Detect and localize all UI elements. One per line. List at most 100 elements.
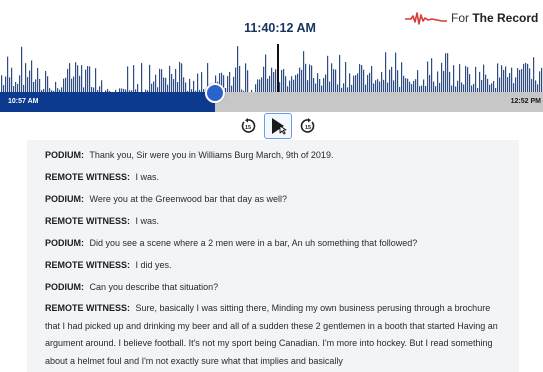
waveform-bar bbox=[183, 77, 185, 92]
waveform-bar bbox=[303, 51, 305, 92]
waveform-bar bbox=[509, 72, 511, 92]
waveform-bar bbox=[377, 79, 379, 92]
transcript-panel[interactable]: PODIUM: Thank you, Sir were you in Willi… bbox=[27, 140, 519, 372]
waveform-bar bbox=[269, 75, 271, 92]
waveform-bar bbox=[331, 63, 333, 92]
waveform-bar bbox=[521, 68, 523, 92]
waveform-bar bbox=[329, 81, 331, 92]
waveform-bar bbox=[293, 79, 295, 92]
waveform-bar bbox=[537, 84, 539, 92]
end-time: 12:52 PM bbox=[510, 98, 541, 105]
waveform-bar bbox=[385, 52, 387, 92]
speaker-label: PODIUM: bbox=[45, 194, 84, 204]
waveform-bar bbox=[461, 82, 463, 92]
waveform-bar bbox=[271, 67, 273, 92]
waveform-bar bbox=[511, 67, 513, 92]
transcript-line[interactable]: PODIUM: Can you describe that situation? bbox=[45, 281, 519, 294]
waveform-bar bbox=[273, 72, 275, 92]
waveform-bar bbox=[137, 83, 139, 92]
waveform-bar bbox=[359, 64, 361, 92]
waveform-bar bbox=[483, 64, 485, 92]
waveform-bar bbox=[443, 70, 445, 92]
waveform-bar bbox=[409, 81, 411, 92]
waveform-bar bbox=[257, 79, 259, 92]
waveform-bar bbox=[323, 78, 325, 92]
waveform-bar bbox=[17, 83, 19, 92]
waveform-bar bbox=[365, 84, 367, 92]
play-button[interactable] bbox=[264, 113, 292, 139]
playhead-marker bbox=[277, 44, 279, 94]
audio-waveform[interactable] bbox=[0, 44, 543, 92]
waveform-bar bbox=[255, 84, 257, 92]
transcript-line[interactable]: REMOTE WITNESS: I was. bbox=[45, 171, 519, 184]
waveform-bar bbox=[201, 72, 203, 92]
waveform-bar bbox=[261, 77, 263, 92]
transcript-line[interactable]: PODIUM: Thank you, Sir were you in Willi… bbox=[45, 149, 519, 162]
waveform-bar bbox=[267, 78, 269, 92]
utterance-text: Did you see a scene where a 2 men were i… bbox=[89, 238, 418, 248]
waveform-bar bbox=[501, 65, 503, 92]
progress-knob[interactable] bbox=[205, 83, 226, 103]
waveform-bar bbox=[81, 65, 83, 92]
transcript-line[interactable]: REMOTE WITNESS: Sure, basically I was si… bbox=[45, 300, 503, 370]
waveform-bar bbox=[423, 79, 425, 92]
transcript-line[interactable]: PODIUM: Did you see a scene where a 2 me… bbox=[45, 237, 519, 250]
waveform-bar bbox=[5, 76, 7, 92]
transcript-line[interactable]: REMOTE WITNESS: I did yes. bbox=[45, 259, 519, 272]
playback-controls: 15 15 bbox=[0, 113, 543, 140]
transcript-line[interactable]: PODIUM: Were you at the Greenwood bar th… bbox=[45, 193, 519, 206]
player-header: 11:40:12 AM For The Record bbox=[0, 0, 543, 44]
waveform-bar bbox=[515, 77, 517, 92]
waveform-bar bbox=[283, 69, 285, 92]
waveform-bar bbox=[15, 81, 17, 92]
forward-button[interactable]: 15 bbox=[297, 115, 319, 137]
waveform-bar bbox=[165, 77, 167, 92]
rewind-15-icon: 15 bbox=[241, 118, 256, 133]
waveform-bar bbox=[233, 76, 235, 92]
waveform-bar bbox=[45, 71, 47, 92]
waveform-bar bbox=[235, 67, 237, 92]
waveform-bar bbox=[87, 66, 89, 92]
waveform-bar bbox=[173, 79, 175, 92]
waveform-bar bbox=[179, 62, 181, 92]
utterance-text: Thank you, Sir were you in Williams Burg… bbox=[89, 150, 334, 160]
waveform-bar bbox=[197, 73, 199, 92]
rewind-button[interactable]: 15 bbox=[237, 115, 259, 137]
waveform-bar bbox=[395, 52, 397, 92]
waveform-bar bbox=[305, 63, 307, 92]
waveform-bar bbox=[307, 80, 309, 92]
waveform-bar bbox=[295, 75, 297, 92]
brand-prefix: For bbox=[451, 11, 469, 25]
waveform-bar bbox=[387, 82, 389, 92]
waveform-bar bbox=[503, 69, 505, 92]
waveform-bar bbox=[37, 67, 39, 92]
waveform-bar bbox=[531, 79, 533, 92]
waveform-bar bbox=[309, 64, 311, 92]
forward-15-icon: 15 bbox=[300, 118, 315, 133]
transcript-line[interactable]: REMOTE WITNESS: I was. bbox=[45, 215, 519, 228]
progress-bar[interactable]: 10:57 AM 12:52 PM bbox=[0, 83, 543, 112]
waveform-bar bbox=[21, 46, 23, 92]
waveform-bar bbox=[497, 63, 499, 92]
waveform-bar bbox=[417, 70, 419, 92]
waveform-bar bbox=[441, 62, 443, 92]
utterance-text: Can you describe that situation? bbox=[89, 282, 219, 292]
waveform-bar bbox=[519, 69, 521, 92]
brand-title: The Record bbox=[472, 11, 539, 25]
waveform-bar bbox=[63, 78, 65, 92]
waveform-bar bbox=[335, 69, 337, 92]
brand-logo[interactable]: For The Record bbox=[405, 9, 538, 27]
waveform-bar bbox=[7, 56, 9, 92]
speaker-label: PODIUM: bbox=[45, 150, 84, 160]
waveform-bar bbox=[405, 78, 407, 92]
waveform-bar bbox=[181, 63, 183, 92]
waveform-bar bbox=[541, 67, 543, 92]
waveform-bar bbox=[389, 69, 391, 92]
waveform-bar bbox=[487, 78, 489, 92]
waveform-bar bbox=[33, 81, 35, 92]
waveform-bar bbox=[259, 79, 261, 92]
waveform-bar bbox=[447, 53, 449, 92]
waveform-bar bbox=[23, 84, 25, 92]
waveform-bar bbox=[311, 65, 313, 92]
utterance-text: I was. bbox=[135, 172, 160, 182]
